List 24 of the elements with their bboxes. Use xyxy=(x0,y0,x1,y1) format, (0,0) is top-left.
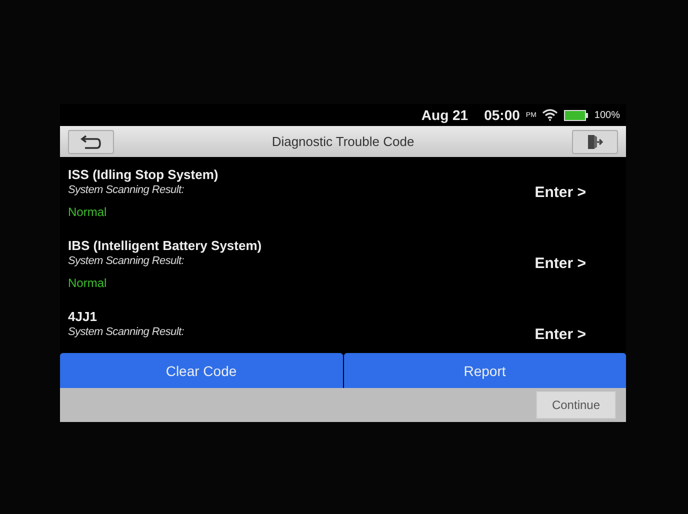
result-label: System Scanning Result: xyxy=(68,255,185,267)
action-button[interactable]: Report xyxy=(344,353,626,388)
result-label: System Scanning Result: xyxy=(68,184,185,196)
wifi-icon xyxy=(542,109,558,121)
clock-text: 05:00 xyxy=(484,107,520,123)
date-text: Aug 21 xyxy=(421,107,468,123)
exit-door-icon xyxy=(586,134,603,150)
result-status: Normal xyxy=(68,205,108,219)
result-label: System Scanning Result: xyxy=(68,326,184,338)
result-status: Normal xyxy=(68,276,108,290)
back-button[interactable] xyxy=(68,130,114,154)
battery-percent-text: 100% xyxy=(594,110,620,120)
enter-link[interactable]: Enter > xyxy=(534,326,586,343)
enter-link[interactable]: Enter > xyxy=(534,184,586,201)
continue-button[interactable]: Continue xyxy=(536,391,616,419)
enter-link[interactable]: Enter > xyxy=(534,255,586,272)
action-button[interactable]: Clear Code xyxy=(60,353,342,388)
back-arrow-icon xyxy=(80,134,102,150)
system-name: IBS (Intelligent Battery System) xyxy=(68,238,262,253)
system-name: ISS (Idling Stop System) xyxy=(68,167,218,182)
screen-title: Diagnostic Trouble Code xyxy=(272,134,414,149)
system-name: 4JJ1 xyxy=(68,309,98,324)
exit-button[interactable] xyxy=(572,130,618,154)
battery-icon xyxy=(564,110,588,120)
